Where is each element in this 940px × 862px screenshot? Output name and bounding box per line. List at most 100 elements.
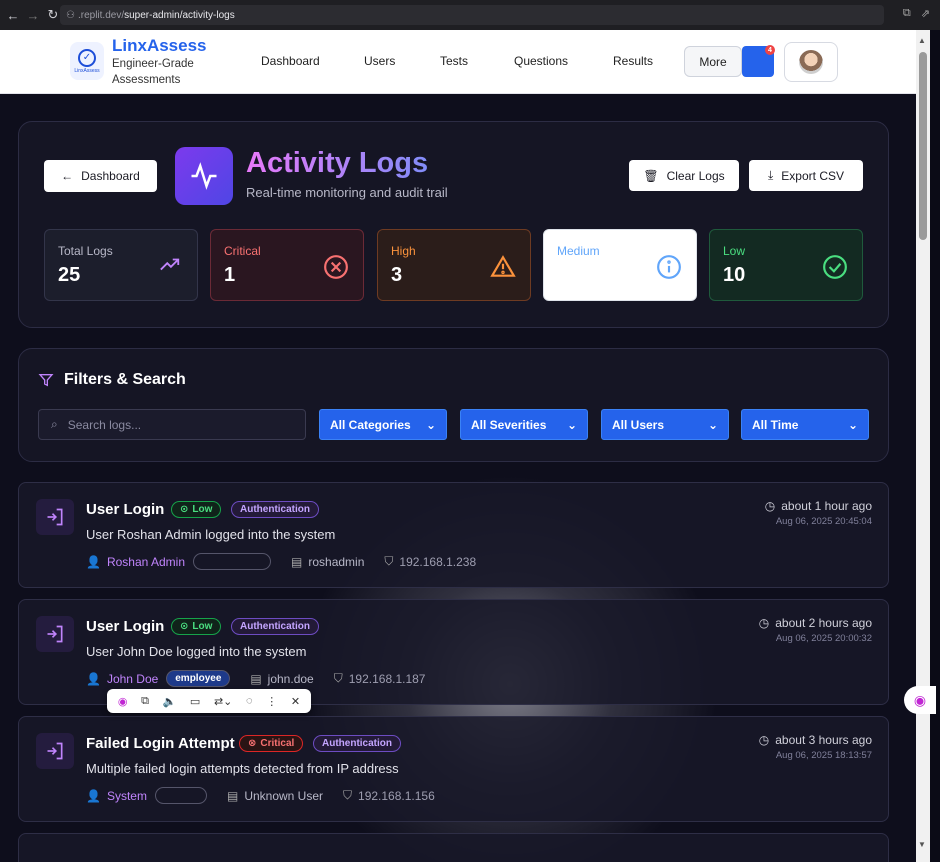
browser-toolbar: ← → ↻ ⚇ .replit.dev/super-admin/activity… xyxy=(0,0,940,30)
log-ip: 192.168.1.238 xyxy=(399,554,477,569)
back-dashboard-button[interactable]: ← Dashboard xyxy=(44,160,157,192)
log-description: User John Doe logged into the system xyxy=(86,644,307,659)
log-user[interactable]: John Doe xyxy=(107,672,158,686)
check-circle-icon xyxy=(822,254,848,285)
severity-label: Low xyxy=(192,621,213,632)
relative-time: about 1 hour ago xyxy=(781,499,872,513)
warning-triangle-icon xyxy=(490,254,516,285)
log-user[interactable]: System xyxy=(107,789,147,803)
nav-results[interactable]: Results xyxy=(613,54,653,68)
filter-icon xyxy=(38,374,54,387)
copy-icon[interactable]: ⧉ xyxy=(141,695,149,708)
forward-arrow-icon[interactable]: → xyxy=(26,8,40,23)
log-title: User Login xyxy=(86,501,165,518)
nav-questions[interactable]: Questions xyxy=(514,54,568,68)
logo-caption: LinxAssess xyxy=(74,67,100,74)
severity-badge: ⊗ Critical xyxy=(239,735,304,752)
filters-panel: Filters & Search xyxy=(18,348,889,462)
select-value: All Categories xyxy=(330,417,411,432)
reload-icon[interactable]: ↻ xyxy=(46,7,60,23)
log-meta: 👤 Roshan Admin ▤ roshadmin ⛉ 192.168.1.238 xyxy=(86,553,476,570)
clear-logs-button[interactable]: 🗑 Clear Logs xyxy=(629,160,739,191)
app-logo[interactable]: ✓ LinxAssess xyxy=(70,42,104,80)
translate-icon[interactable]: ⇄⌄ xyxy=(214,695,232,708)
log-entry[interactable]: User Login ⊙ Low Authentication User Rosh… xyxy=(18,482,889,588)
user-select[interactable]: All Users ⌄ xyxy=(601,409,729,440)
severity-label: Low xyxy=(192,504,213,515)
absolute-time: Aug 06, 2025 18:13:57 xyxy=(775,750,872,761)
url-path: super-admin/activity-logs xyxy=(124,9,235,21)
log-username: john.doe xyxy=(267,671,314,686)
export-csv-button[interactable]: ⤓ Export CSV xyxy=(749,160,863,191)
screen-icon[interactable]: ▭ xyxy=(190,695,200,708)
brand-name: LinxAssess xyxy=(112,36,207,55)
scroll-down-icon[interactable]: ▼ xyxy=(918,840,926,849)
time-select[interactable]: All Time ⌄ xyxy=(741,409,869,440)
profile-button[interactable] xyxy=(784,42,838,82)
log-entry[interactable]: Failed Login Attempt ⊗ Critical Authentic… xyxy=(18,716,889,822)
filters-heading-row: Filters & Search xyxy=(38,371,186,389)
login-icon xyxy=(36,733,74,769)
log-time: ◷ about 3 hours ago Aug 06, 2025 18:13:57 xyxy=(759,733,872,761)
stat-total-logs: Total Logs 25 xyxy=(44,229,198,301)
category-badge: Authentication xyxy=(231,618,319,635)
log-user[interactable]: Roshan Admin xyxy=(107,555,185,569)
chevron-down-icon: ⌄ xyxy=(425,417,436,432)
log-entry-partial[interactable] xyxy=(18,833,889,862)
role-badge xyxy=(154,787,207,804)
login-icon xyxy=(36,616,74,652)
site-info-icon[interactable]: ⚇ xyxy=(66,10,75,21)
log-title: User Login xyxy=(86,618,165,635)
nav-users[interactable]: Users xyxy=(364,54,395,68)
activity-pulse-icon xyxy=(175,147,233,205)
file-icon: ▤ xyxy=(291,554,303,569)
speaker-icon[interactable]: 🔈 xyxy=(163,695,177,708)
file-icon: ▤ xyxy=(226,788,239,803)
chevron-down-icon: ⌄ xyxy=(847,417,858,432)
scroll-up-icon[interactable]: ▲ xyxy=(918,36,926,45)
close-icon[interactable]: ✕ xyxy=(291,695,300,708)
brand-tagline: Engineer-Grade Assessments xyxy=(112,58,194,86)
log-title: Failed Login Attempt xyxy=(86,735,235,752)
severity-select[interactable]: All Severities ⌄ xyxy=(460,409,588,440)
brand-block: LinxAssess Engineer-Grade Assessments xyxy=(112,36,222,88)
nav-tests[interactable]: Tests xyxy=(440,54,468,68)
nav-dashboard[interactable]: Dashboard xyxy=(261,54,320,68)
shield-icon: ⛉ xyxy=(384,554,394,568)
scrollbar-thumb[interactable] xyxy=(919,52,927,240)
address-bar[interactable]: ⚇ .replit.dev/super-admin/activity-logs xyxy=(60,5,884,25)
select-value: All Severities xyxy=(471,417,547,432)
user-icon: 👤 xyxy=(86,788,101,803)
stat-critical: Critical 1 xyxy=(210,229,364,301)
chevron-down-icon: ⌄ xyxy=(707,417,718,432)
severity-badge: ⊙ Low xyxy=(171,501,222,518)
stat-low: Low 10 xyxy=(709,229,863,301)
select-value: All Users xyxy=(612,417,665,432)
category-select[interactable]: All Categories ⌄ xyxy=(319,409,447,440)
brain-icon[interactable]: ◉ xyxy=(118,695,128,708)
search-input[interactable]: ⌕ Search logs... xyxy=(38,409,306,440)
arrow-left-icon: ← xyxy=(61,169,74,183)
search-icon: ⌕ xyxy=(51,417,58,431)
main-content: ← Dashboard Activity Logs Real-time monit… xyxy=(0,94,916,862)
extension-side-bubble[interactable]: ◉ xyxy=(904,686,936,714)
chevron-down-icon: ⌄ xyxy=(566,417,577,432)
filters-heading: Filters & Search xyxy=(64,371,186,388)
clock-icon: ◷ xyxy=(758,616,770,630)
search-placeholder: Search logs... xyxy=(67,417,142,432)
more-menu-button[interactable]: More xyxy=(684,46,742,77)
log-username: Unknown User xyxy=(244,788,324,803)
open-external-icon[interactable]: ⇗ xyxy=(921,7,930,20)
comment-icon[interactable]: ◌ xyxy=(246,695,253,707)
shield-icon: ⛉ xyxy=(333,671,343,685)
stat-high: High 3 xyxy=(377,229,531,301)
role-badge: employee xyxy=(166,670,231,687)
floating-extension-toolbar: ◉ ⧉ 🔈 ▭ ⇄⌄ ◌ ⋮ ✕ xyxy=(107,689,311,713)
file-icon: ▤ xyxy=(250,671,262,686)
clear-logs-label: Clear Logs xyxy=(666,168,725,183)
log-description: User Roshan Admin logged into the system xyxy=(86,527,336,542)
back-arrow-icon[interactable]: ← xyxy=(6,8,20,23)
screen-share-icon[interactable]: ⧉ xyxy=(903,7,911,20)
log-ip: 192.168.1.187 xyxy=(348,671,426,686)
more-vertical-icon[interactable]: ⋮ xyxy=(266,695,277,708)
